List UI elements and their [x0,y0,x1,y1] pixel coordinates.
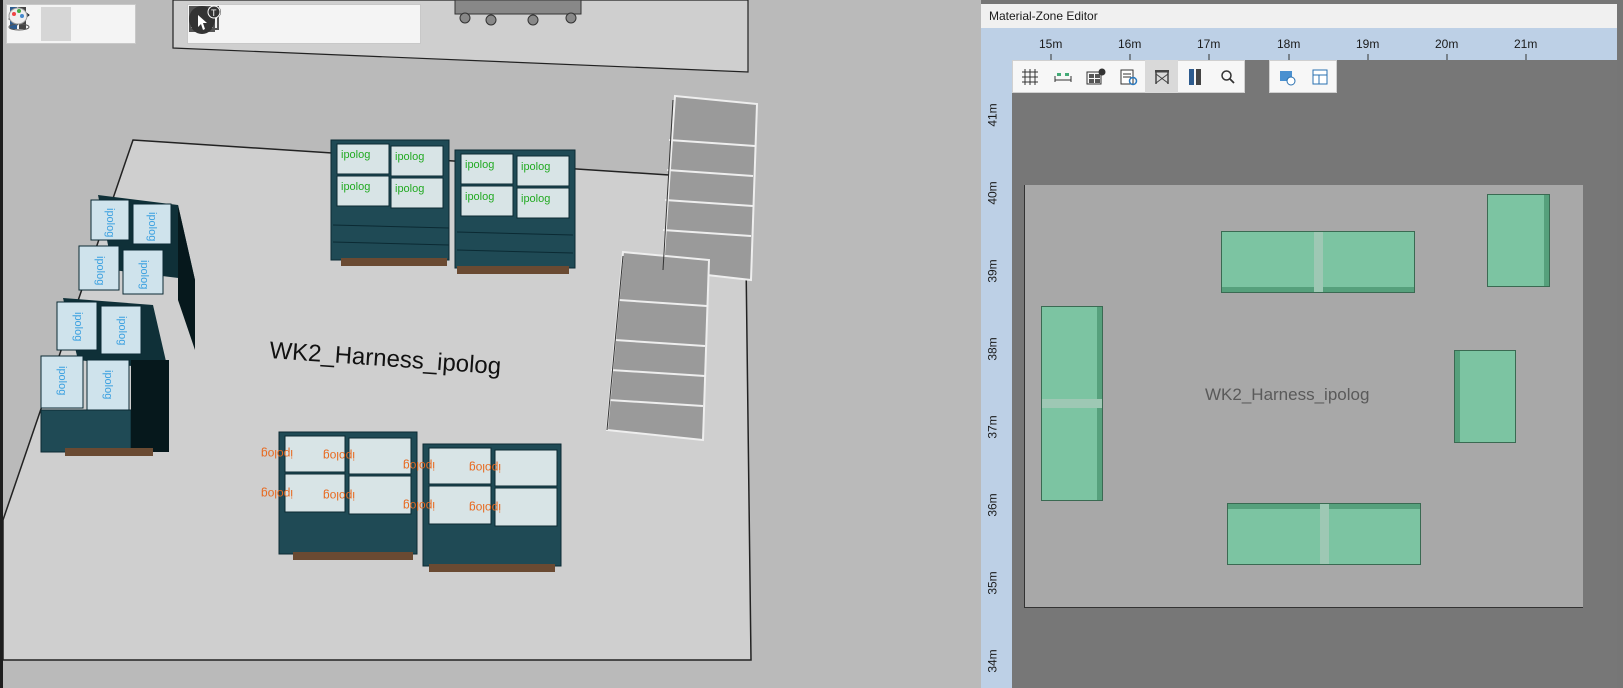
rack[interactable] [1454,350,1516,443]
svg-text:ipolog: ipolog [56,366,68,395]
svg-text:ipolog: ipolog [94,256,106,285]
svg-text:ipolog: ipolog [395,151,424,163]
rack-view-button[interactable] [10,7,71,41]
palette-button[interactable] [8,7,131,41]
pallet-group-orange: ipolog ipolog ipolog ipolog ipolog ipolo… [261,431,562,572]
rack[interactable] [1227,503,1421,565]
svg-text:T: T [211,8,217,18]
3d-toolbar-view [6,4,136,44]
properties-icon [1120,69,1137,85]
rack[interactable] [1221,231,1415,293]
svg-text:ipolog: ipolog [261,447,293,461]
rack-info-button[interactable] [1079,60,1112,93]
rack-view-button[interactable] [1178,60,1211,93]
layout-table-button[interactable] [1303,60,1336,93]
palette-icon [8,7,28,25]
ruler-x-label: 20m [1435,37,1459,51]
zone-label: WK2_Harness_ipolog [1205,385,1370,404]
zone-canvas[interactable]: WK2_Harness_ipolog [1012,60,1617,688]
material-zone-editor: Material-Zone Editor 15m 16m 17m 18m 19m… [981,0,1623,688]
rack[interactable] [1487,194,1550,287]
select-cursor-button[interactable] [189,6,378,41]
ruler-x-ticks [1050,54,1527,60]
3d-scene: ipolog ipolog ipolog ipolog ipolog ipolo… [3,0,759,661]
editor-title: Material-Zone Editor [981,4,1617,28]
svg-text:ipolog: ipolog [465,191,494,203]
shelf-tool-button[interactable] [1145,60,1178,93]
ruler-y-label: 37m [985,415,1000,439]
rack-view-icon [1188,68,1201,85]
svg-text:ipolog: ipolog [102,370,114,399]
ruler-y-label: 40m [985,181,1000,205]
properties-button[interactable] [1112,60,1145,93]
svg-text:ipolog: ipolog [72,312,84,341]
measure-icon [1054,72,1071,82]
rack-info-icon [1086,68,1105,84]
svg-text:ipolog: ipolog [469,461,501,475]
ruler-x-label: 19m [1356,37,1380,51]
3d-viewport[interactable]: ipolog ipolog ipolog ipolog ipolog ipolo… [3,0,981,688]
ruler-y-label: 35m [985,571,1000,595]
vertical-ruler: 41m 40m 39m 38m 37m 36m 35m 34m [981,60,1012,688]
ruler-x-label: 21m [1514,37,1538,51]
grid-icon [1021,68,1038,85]
svg-text:ipolog: ipolog [323,449,355,463]
rack-grid-button[interactable] [189,6,302,41]
horizontal-ruler: 15m 16m 17m 18m 19m 20m 21m [981,28,1617,60]
svg-text:ipolog: ipolog [138,260,150,289]
svg-text:ipolog: ipolog [341,181,370,193]
svg-text:ipolog: ipolog [403,499,435,513]
svg-text:ipolog: ipolog [469,501,501,515]
search-button[interactable] [1211,60,1244,93]
measure-button[interactable] [1046,60,1079,93]
ruler-x-label: 15m [1039,37,1063,51]
ruler-y-label: 36m [985,493,1000,517]
cursor-info-button[interactable]: T [190,5,418,41]
cursor-info-icon: T [190,5,221,34]
ruler-y-label: 39m [985,259,1000,283]
svg-text:ipolog: ipolog [521,161,550,173]
ruler-x-label: 17m [1197,37,1221,51]
zone-settings-button[interactable] [1270,60,1303,93]
shelf-icon [1154,69,1169,84]
svg-text:ipolog: ipolog [521,193,550,205]
zone-settings-icon [1279,70,1295,85]
grid-toggle-button[interactable] [1013,60,1046,93]
ruler-y-label: 38m [985,337,1000,361]
material-zone[interactable]: WK2_Harness_ipolog [1024,185,1583,608]
svg-text:ipolog: ipolog [465,159,494,171]
person-view-button[interactable] [8,7,101,41]
3d-toolbar-tools: T T [187,4,421,44]
ruler-y-label: 41m [985,103,1000,127]
svg-text:ipolog: ipolog [323,489,355,503]
search-icon [1220,69,1235,84]
svg-text:ipolog: ipolog [146,212,158,241]
ruler-x-label: 18m [1277,37,1301,51]
svg-text:ipolog: ipolog [395,183,424,195]
svg-text:ipolog: ipolog [341,149,370,161]
rack-info-button[interactable]: T [189,6,342,41]
editor-toolbar-secondary [1269,60,1337,93]
svg-text:ipolog: ipolog [403,459,435,473]
rack[interactable] [1041,306,1103,501]
ruler-y-label: 34m [985,649,1000,673]
person-tool-button[interactable] [194,6,262,41]
svg-text:ipolog: ipolog [104,208,116,237]
ruler-x-label: 16m [1118,37,1142,51]
layout-table-icon [1312,69,1327,84]
editor-toolbar [1012,60,1245,93]
svg-text:ipolog: ipolog [261,487,293,501]
svg-text:ipolog: ipolog [116,316,128,345]
